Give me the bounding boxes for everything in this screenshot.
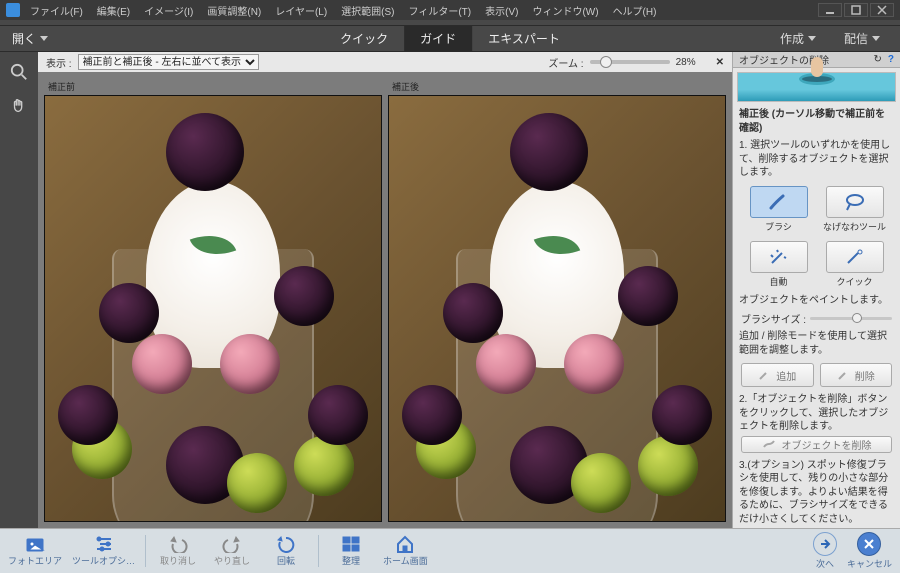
help-icon[interactable]: ? xyxy=(888,54,894,65)
zoom-knob[interactable] xyxy=(600,56,612,68)
home-button[interactable]: ホーム画面 xyxy=(383,535,428,567)
add-button[interactable]: 追加 xyxy=(741,363,814,387)
menu-select[interactable]: 選択範囲(S) xyxy=(341,3,394,18)
brush-tool-button[interactable] xyxy=(750,186,808,218)
subtract-label: 削除 xyxy=(855,368,875,383)
image-before[interactable] xyxy=(44,95,382,522)
paint-label: オブジェクトをペイントします。 xyxy=(733,292,900,310)
lasso-tool-button[interactable] xyxy=(826,186,884,218)
menu-layer[interactable]: レイヤー(L) xyxy=(275,3,327,18)
brush-size-label: ブラシサイズ : xyxy=(741,311,806,326)
display-mode-select[interactable]: 補正前と補正後 - 左右に並べて表示 xyxy=(78,54,259,70)
next-button[interactable] xyxy=(813,532,837,556)
share-button[interactable]: 配信 xyxy=(830,30,894,47)
close-document-icon[interactable]: ✕ xyxy=(716,57,724,68)
menu-image[interactable]: イメージ(I) xyxy=(144,3,193,18)
side-panel: オブジェクトの削除 ↻ ? 補正後 (カーソル移動で補正前を確認) 1. 選択ツ… xyxy=(732,52,900,528)
auto-tool-label: 自動 xyxy=(744,275,814,288)
brush-size-slider[interactable] xyxy=(810,317,892,320)
canvas-area: 表示 : 補正前と補正後 - 左右に並べて表示 ズーム : 28% ✕ 補正前 xyxy=(38,52,732,528)
pane-before-label: 補正前 xyxy=(44,78,382,95)
minimize-button[interactable] xyxy=(818,3,842,17)
pane-after: 補正後 xyxy=(388,78,726,522)
cancel-button[interactable] xyxy=(857,532,881,556)
step-1-text: 1. 選択ツールのいずれかを使用して、削除するオブジェクトを選択します。 xyxy=(733,137,900,182)
open-button[interactable]: 開く xyxy=(12,30,48,47)
tab-guided[interactable]: ガイド xyxy=(404,26,472,52)
menu-window[interactable]: ウィンドウ(W) xyxy=(532,3,598,18)
share-label: 配信 xyxy=(844,30,868,47)
image-after[interactable] xyxy=(388,95,726,522)
main-area: 表示 : 補正前と補正後 - 左右に並べて表示 ズーム : 28% ✕ 補正前 xyxy=(0,52,900,528)
next-label: 次へ xyxy=(816,557,834,570)
menu-edit[interactable]: 編集(E) xyxy=(97,3,130,18)
menu-file[interactable]: ファイル(F) xyxy=(30,3,83,18)
organizer-button[interactable]: 整理 xyxy=(329,535,373,567)
zoom-value: 28% xyxy=(676,57,696,68)
hand-tool[interactable] xyxy=(5,92,33,120)
zoom-slider[interactable] xyxy=(590,60,670,64)
brush-size-knob[interactable] xyxy=(852,313,862,323)
menu-filter[interactable]: フィルター(T) xyxy=(409,3,472,18)
rotate-button[interactable]: 回転 xyxy=(264,535,308,567)
reset-icon[interactable]: ↻ xyxy=(874,54,882,65)
step-3-text: 3.(オプション) スポット修復ブラシを使用して、残りの小さな部分を修復します。… xyxy=(733,457,900,529)
mode-bar: 開く クイック ガイド エキスパート 作成 配信 xyxy=(0,26,900,52)
app-logo xyxy=(6,3,20,17)
chevron-down-icon xyxy=(872,36,880,41)
menu-enhance[interactable]: 画質調整(N) xyxy=(207,3,261,18)
create-button[interactable]: 作成 xyxy=(766,30,830,47)
menu-help[interactable]: ヘルプ(H) xyxy=(613,3,657,18)
addremove-text: 追加 / 削除モードを使用して選択範囲を調整します。 xyxy=(733,328,900,359)
remove-object-button[interactable]: オブジェクトを削除 xyxy=(741,436,892,453)
display-label: 表示 : xyxy=(46,55,72,70)
redo-button[interactable]: やり直し xyxy=(210,535,254,567)
quick-tool-label: クイック xyxy=(820,275,890,288)
chevron-down-icon xyxy=(808,36,816,41)
auto-tool-button[interactable] xyxy=(750,241,808,273)
open-label: 開く xyxy=(12,30,36,47)
remove-object-label: オブジェクトを削除 xyxy=(782,437,872,452)
cancel-label: キャンセル xyxy=(847,557,892,570)
titlebar: ファイル(F) 編集(E) イメージ(I) 画質調整(N) レイヤー(L) 選択… xyxy=(0,0,900,20)
bottom-bar: フォトエリア ツールオプシ… 取り消し やり直し 回転 整理 ホーム画面 次へ … xyxy=(0,528,900,573)
quick-tool-button[interactable] xyxy=(826,241,884,273)
close-button[interactable] xyxy=(870,3,894,17)
menu-view[interactable]: 表示(V) xyxy=(485,3,518,18)
window-controls xyxy=(818,3,894,17)
tab-expert[interactable]: エキスパート xyxy=(472,26,576,52)
add-label: 追加 xyxy=(776,368,796,383)
maximize-button[interactable] xyxy=(844,3,868,17)
tab-quick[interactable]: クイック xyxy=(324,26,404,52)
zoom-label: ズーム : xyxy=(548,55,583,70)
tool-options-button[interactable]: ツールオプシ… xyxy=(72,535,135,567)
create-label: 作成 xyxy=(780,30,804,47)
display-bar: 表示 : 補正前と補正後 - 左右に並べて表示 ズーム : 28% ✕ xyxy=(38,52,732,72)
menu-bar: ファイル(F) 編集(E) イメージ(I) 画質調整(N) レイヤー(L) 選択… xyxy=(30,3,656,18)
subtract-button[interactable]: 削除 xyxy=(820,363,893,387)
brush-tool-label: ブラシ xyxy=(744,220,814,233)
chevron-down-icon xyxy=(40,36,48,41)
pane-after-label: 補正後 xyxy=(388,78,726,95)
preview-caption: 補正後 (カーソル移動で補正前を確認) xyxy=(733,106,900,137)
zoom-tool[interactable] xyxy=(5,58,33,86)
step-2-text: 2.「オブジェクトを削除」ボタンをクリックして、選択したオブジェクトを削除します… xyxy=(733,391,900,436)
photo-bin-button[interactable]: フォトエリア xyxy=(8,535,62,567)
pane-before: 補正前 xyxy=(44,78,382,522)
preview-thumbnail xyxy=(737,72,896,102)
tool-column xyxy=(0,52,38,528)
lasso-tool-label: なげなわツール xyxy=(820,220,890,233)
undo-button[interactable]: 取り消し xyxy=(156,535,200,567)
